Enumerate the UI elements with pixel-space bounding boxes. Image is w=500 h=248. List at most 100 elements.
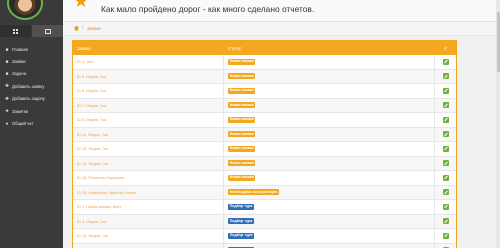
actions-cell [435,128,456,142]
status-badge: Подбор тура [228,232,254,239]
sidebar-item-5[interactable]: ★ Заметки [0,105,63,117]
request-title-link[interactable]: ID 7, Индия, Гоа [73,98,225,112]
table-row[interactable]: ID 13, Индия, ГоаПодбор тура [73,243,456,248]
request-title-link[interactable]: ID 1, Новая заявка, Крит [73,200,225,214]
sidebar-item-4[interactable]: ✚ Добавить задачу [0,93,63,105]
request-title-link[interactable]: ID 20, Мальта/из Праги/из Чехии [73,185,225,199]
page-title: Как мало пройдено дорог - как много сдел… [101,4,315,14]
request-title-link[interactable]: ID 8, Индия, Гоа [73,113,225,127]
edit-pencil-icon[interactable] [442,131,449,138]
edit-pencil-icon[interactable] [442,203,449,210]
sidebar-nav: ■ Главная ■ Заявки ■ Задача ✚ Добавить заявку ✚ Д… [0,43,63,130]
table-row[interactable]: ID 2, тест Новая заявка [73,55,456,70]
status-cell: Новая заявка [224,84,436,98]
edit-pencil-icon[interactable] [442,116,449,123]
table-row[interactable]: ID 15, Индия, Гоа Новая заявка [73,156,456,171]
status-badge: Новая заявка [228,116,256,123]
sidebar-item-label: Заявки [12,59,26,65]
status-cell: Подбор тура [224,200,436,214]
status-cell: Подбор тура [224,229,436,243]
request-title-link[interactable]: ID 10, Индия, Гоа [73,229,225,243]
table-row[interactable]: ID 8, Индия, Гоа Новая заявка [73,113,456,128]
status-badge: Необходима консультация [228,189,279,196]
sidebar-item-0[interactable]: ■ Главная [0,43,63,55]
column-header-request[interactable]: Заявка [73,46,224,51]
request-title-link[interactable]: ID 13, Индия, Гоа [73,243,225,248]
edit-pencil-icon[interactable] [442,218,449,225]
status-badge: Новая заявка [228,73,256,80]
table-row[interactable]: ID 4, Индия, Гоа Подбор тура [73,214,456,229]
chat-icon: ● [5,121,9,127]
home-icon: ■ [5,46,9,52]
request-title-link[interactable]: ID 11, Индия, Гоа [73,127,225,141]
actions-cell [435,99,456,113]
edit-pencil-icon[interactable] [442,189,449,196]
home-icon[interactable] [74,25,79,31]
table-row[interactable]: ID 11, Индия, Гоа Новая заявка [73,127,456,142]
status-cell: Новая заявка [224,98,436,112]
edit-pencil-icon[interactable] [442,58,449,65]
actions-cell [435,200,456,214]
edit-pencil-icon[interactable] [442,232,449,239]
sidebar-item-2[interactable]: ■ Задача [0,68,63,80]
actions-cell [435,171,456,185]
actions-cell [435,70,456,84]
request-title-link[interactable]: ID 12, Индия, Гоа [73,142,225,156]
edit-pencil-icon[interactable] [442,73,449,80]
table-row[interactable]: ID 18, Египет/из Харькова Новая заявка [73,171,456,186]
table-row[interactable]: ID 5, Индия, Гоа Новая заявка [73,69,456,84]
table-row[interactable]: ID 20, Мальта/из Праги/из Чехии Необходим… [73,185,456,200]
requests-table: Заявка Статус # ID 2, тест Новая заявка ID… [72,40,457,248]
sidebar-item-6[interactable]: ● Общий чат [0,117,63,129]
table-header: Заявка Статус # [73,41,456,55]
breadcrumb-current[interactable]: Заявки [87,26,101,31]
edit-pencil-icon[interactable] [442,174,449,181]
request-title-link[interactable]: ID 15, Индия, Гоа [73,156,225,170]
request-title-link[interactable]: ID 2, тест [73,55,225,69]
status-cell: Новая заявка [224,142,436,156]
status-badge: Новая заявка [228,160,256,167]
request-title-link[interactable]: ID 5, Индия, Гоа [73,69,225,83]
status-cell: Подбор тура [224,214,436,228]
sidebar-item-3[interactable]: ✚ Добавить заявку [0,80,63,92]
scrollbar-thumb[interactable] [496,12,500,72]
actions-cell [435,142,456,156]
status-badge: Новая заявка [228,58,256,65]
status-badge: Новая заявка [228,102,256,109]
request-title-link[interactable]: ID 4, Индия, Гоа [73,214,225,228]
avatar[interactable] [7,0,43,20]
edit-pencil-icon[interactable] [442,87,449,94]
status-badge: Новая заявка [228,131,256,138]
star-icon: ★ [73,0,90,11]
table-row[interactable]: ID 1, Новая заявка, Крит Подбор тура [73,200,456,215]
table-row[interactable]: ID 6, Индия, Гоа Новая заявка [73,84,456,99]
page-header: ★ Как мало пройдено дорог - как много сд… [63,0,500,22]
request-title-link[interactable]: ID 6, Индия, Гоа [73,84,225,98]
table-body: ID 2, тест Новая заявка ID 5, Индия, Гоа Но… [73,55,456,248]
grid-view-button[interactable] [0,25,31,37]
image-icon [44,28,51,34]
status-badge: Новая заявка [228,87,256,94]
sidebar-item-label: Главная [12,46,28,52]
star-icon: ★ [4,108,10,114]
status-cell: Новая заявка [224,156,436,170]
column-header-status[interactable]: Статус [224,46,435,51]
grid-icon [13,28,18,34]
sidebar-item-1[interactable]: ■ Заявки [0,55,63,67]
image-view-button[interactable] [32,25,63,37]
sidebar-item-label: Общий чат [12,121,34,127]
edit-pencil-icon[interactable] [442,145,449,152]
request-title-link[interactable]: ID 18, Египет/из Харькова [73,171,225,185]
edit-pencil-icon[interactable] [442,160,449,167]
sidebar-item-label: Задача [12,71,27,77]
actions-cell [435,186,456,200]
status-cell: Новая заявка [224,55,436,69]
sidebar: ■ Главная ■ Заявки ■ Задача ✚ Добавить заявку ✚ Д… [0,0,63,248]
actions-cell [435,84,456,98]
table-row[interactable]: ID 12, Индия, Гоа Новая заявка [73,142,456,157]
edit-pencil-icon[interactable] [442,102,449,109]
table-row[interactable]: ID 7, Индия, Гоа Новая заявка [73,98,456,113]
table-row[interactable]: ID 10, Индия, Гоа Подбор тура [73,229,456,244]
page-scrollbar[interactable] [496,0,500,248]
breadcrumb-separator: / [82,25,84,30]
